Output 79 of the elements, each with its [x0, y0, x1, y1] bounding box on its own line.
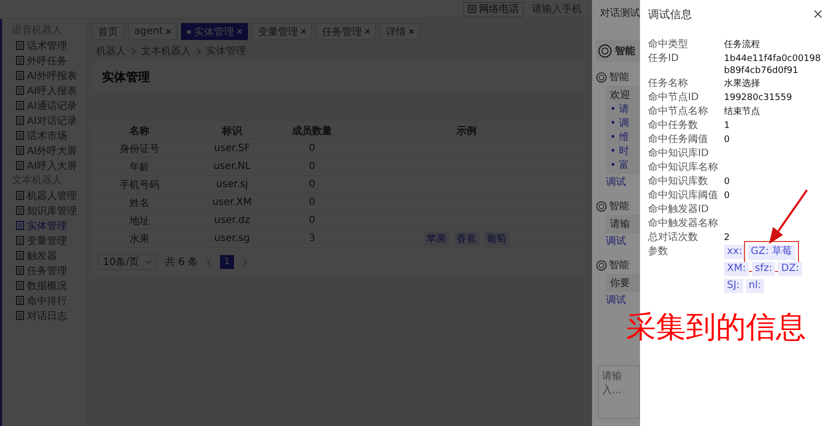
total-count: 共 6 条 — [165, 256, 198, 269]
field-label: 命中任务阈值 — [648, 133, 709, 147]
field-value: 199280c31559 — [724, 92, 793, 104]
field-value: 结束节点 — [724, 106, 761, 118]
column-header: 标识 — [220, 124, 244, 138]
robot-avatar-icon — [596, 260, 607, 270]
close-icon[interactable] — [814, 10, 822, 18]
table-cell-text: 3 — [308, 233, 316, 244]
field-value: 2 — [724, 232, 731, 244]
field-label: 命中触发器名称 — [648, 217, 719, 231]
column-header: 成员数量 — [291, 124, 333, 138]
message-link[interactable]: • 维 — [610, 130, 640, 144]
column-header: 名称 — [128, 124, 150, 138]
field-label: 命中节点名称 — [648, 105, 709, 119]
field-value: 水果选择 — [724, 78, 761, 90]
field-value: 任务流程 — [724, 38, 761, 51]
param-tag: sfz: — [752, 262, 776, 276]
page-title: 实体管理 — [102, 68, 150, 86]
table-cell-text: 手机号码 — [118, 178, 160, 192]
field-value: 0 — [724, 176, 731, 188]
field-label: 命中知识库ID — [648, 147, 710, 161]
field-label: 命中节点ID — [648, 91, 700, 105]
robot-avatar-icon — [596, 200, 607, 212]
field-label: 命中知识库名称 — [648, 161, 719, 175]
param-tag: SJ: — [724, 279, 743, 293]
sender-name: 智能 — [609, 70, 629, 84]
message-text: 请输 — [610, 218, 631, 231]
table-cell-text: 0 — [308, 143, 316, 154]
param-tag: nl: — [746, 279, 764, 293]
field-value: 1 — [724, 120, 731, 132]
table-cell-text: 0 — [308, 197, 316, 208]
message-link[interactable]: • 时 — [610, 144, 640, 158]
table-cell-text: user.XM — [211, 197, 253, 208]
field-label: 命中知识库阈值 — [648, 189, 719, 203]
table-cell-text: 0 — [308, 215, 316, 226]
table-cell-text: 0 — [308, 161, 316, 172]
message-link[interactable]: • 请 — [610, 102, 640, 116]
field-label: 命中任务数 — [648, 119, 699, 133]
table-cell-text: user.dz — [213, 215, 251, 226]
column-header: 示例 — [456, 124, 478, 138]
debug-info-link[interactable]: 调试 — [606, 293, 640, 307]
param-tag: XM: — [724, 262, 749, 276]
message-link[interactable]: • 调 — [610, 116, 640, 130]
annotation-text: 采集到的信息 — [626, 309, 807, 347]
table-cell-text: 姓名 — [128, 196, 150, 210]
table-cell-text: user.NL — [212, 161, 252, 172]
table-cell-text: 身份证号 — [118, 142, 160, 156]
drawer-title: 对话测试 — [599, 6, 640, 21]
param-tag: DZ: — [778, 262, 802, 276]
debug-info-link[interactable]: 调试 — [606, 175, 640, 189]
table-cell-text: 水果 — [128, 232, 150, 246]
field-label: 任务名称 — [648, 77, 689, 91]
param-tag: xx: — [724, 245, 746, 259]
field-value: 0 — [724, 190, 731, 202]
table-cell-text: user.sj — [214, 179, 250, 190]
field-label: 任务ID — [648, 52, 680, 66]
robot-avatar-icon — [596, 72, 607, 82]
field-label: 命中类型 — [648, 38, 689, 52]
chat-header-title: 智能 — [615, 44, 635, 58]
sender-name: 智能 — [609, 200, 629, 213]
message-text: 你要 — [610, 277, 631, 290]
field-label: 参数 — [648, 245, 669, 259]
message-text: 欢迎 — [610, 88, 631, 102]
field-value: 0 — [724, 134, 731, 146]
table-cell-text: user.SF — [212, 143, 252, 154]
field-label: 总对话次数 — [648, 231, 699, 245]
message-input[interactable]: 请输入... — [598, 365, 640, 419]
sender-name: 智能 — [609, 258, 629, 272]
drawer-title: 调试信息 — [648, 6, 692, 22]
table-cell-text: 0 — [308, 179, 316, 190]
field-label: 命中知识库数 — [648, 175, 709, 189]
debug-info-link[interactable]: 调试 — [606, 234, 640, 248]
message-link[interactable]: • 富 — [610, 158, 640, 172]
param-tag: GZ: 草莓 — [748, 244, 795, 260]
table-cell-text: 地址 — [128, 214, 150, 228]
field-label: 命中触发器ID — [648, 203, 710, 217]
table-cell-text: 年龄 — [128, 160, 150, 174]
table-cell-text: user.sg — [213, 233, 251, 244]
field-value: 1b44e11f4fa0c00198b89f4cb76d0f91 — [724, 53, 822, 77]
